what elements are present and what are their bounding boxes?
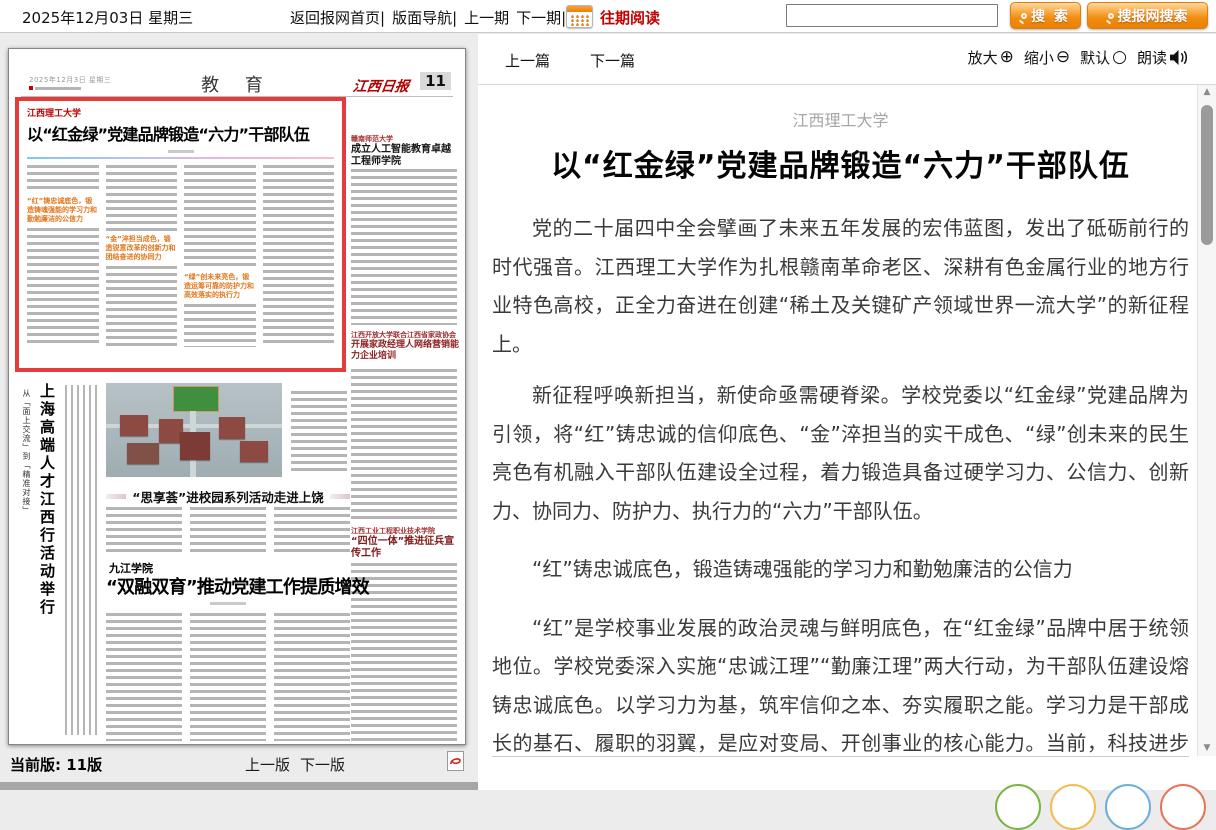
share-button-yellow[interactable] — [1050, 784, 1096, 830]
vertical-article-headline[interactable]: 上海高端人才江西行活动举行 — [37, 383, 58, 735]
lead-body-columns: “红”铸忠诚底色，锻造铸魂强能的学习力和勤勉廉洁的公信力 “金”淬担当成色，锻造… — [27, 165, 334, 347]
top-nav-links: 返回报网首页| 版面导航| 上一期 下一期| — [290, 7, 566, 28]
search-icon — [1108, 13, 1114, 19]
lead-subhead-red: “红”铸忠诚底色，锻造铸魂强能的学习力和勤勉廉洁的公信力 — [27, 197, 99, 224]
link-home[interactable]: 返回报网首页| — [290, 7, 385, 28]
next-article-button[interactable]: 下一篇 — [590, 50, 635, 71]
vertical-article-dek: 从「面上交流」到「精准对接」 — [21, 389, 32, 599]
link-page-nav[interactable]: 版面导航| — [392, 7, 457, 28]
article-paragraph: “红”是学校事业发展的政治灵魂与鲜明底色，在“红金绿”品牌中居于统领地位。学校党… — [492, 609, 1189, 758]
page-nav: 上一版 下一版 — [245, 754, 345, 775]
search-icon — [1021, 13, 1027, 19]
mid-article: “思享荟”进校园系列活动走进上饶 — [106, 487, 350, 506]
article-headline[interactable]: “四位一体”推进征兵宣传工作 — [351, 536, 459, 560]
paper-right-column-article-3[interactable]: 江西工业工程职业技术学院 “四位一体”推进征兵宣传工作 — [351, 527, 459, 560]
reader-controls: 放大 ⊕ 缩小 ⊖ 默认 ○ 朗读 — [968, 47, 1188, 68]
zoom-default-icon: ○ — [1112, 49, 1127, 66]
share-buttons — [995, 784, 1206, 830]
simulated-text — [263, 165, 335, 347]
prev-article-button[interactable]: 上一篇 — [505, 50, 550, 71]
article-paragraph: “红”铸忠诚底色，锻造铸魂强能的学习力和勤勉廉洁的公信力 — [492, 550, 1189, 589]
simulated-text — [27, 165, 99, 193]
article-kicker: 江西开放大学联合江西省家政协会 — [351, 331, 459, 340]
lead-subhead-green: “绿”创未来亮色，锻造运筹可靠的防护力和高效落实的执行力 — [184, 273, 256, 300]
paper-page-number: 11 — [420, 72, 451, 90]
share-button-orange[interactable] — [1160, 784, 1206, 830]
decorative-bar — [330, 494, 350, 499]
next-page-link[interactable]: 下一版 — [300, 754, 345, 775]
simulated-text — [351, 169, 457, 325]
newspaper-page-preview[interactable]: 2025年12月3日 星期三 教 育 江西日报 11 江西理工大学 以“红金绿”… — [8, 48, 466, 745]
paper-right-column-article-1[interactable]: 赣南师范大学 成立人工智能教育卓越工程师学院 — [351, 135, 459, 168]
zoom-default-button[interactable]: 默认 ○ — [1080, 47, 1127, 68]
scrollbar-thumb[interactable] — [1201, 105, 1213, 245]
calendar-icon[interactable] — [566, 5, 593, 28]
simulated-columns — [106, 507, 350, 553]
bottom-divider-strip — [0, 782, 480, 790]
search-button[interactable]: 搜 索 — [1010, 2, 1081, 29]
lead-byline — [168, 150, 194, 153]
mid-article-headline[interactable]: “思享荟”进校园系列活动走进上饶 — [132, 487, 323, 506]
article-kicker: 江西工业工程职业技术学院 — [351, 527, 459, 536]
zoom-in-button[interactable]: 放大 ⊕ — [968, 47, 1014, 68]
scroll-down-arrow[interactable]: ▼ — [1198, 743, 1216, 753]
article-content: 江西理工大学 以“红金绿”党建品牌锻造“六力”干部队伍 党的二十届四中全会擘画了… — [492, 86, 1189, 757]
read-aloud-button[interactable]: 朗读 — [1137, 47, 1188, 68]
article-headline[interactable]: 成立人工智能教育卓越工程师学院 — [351, 144, 459, 168]
top-bar: 2025年12月03日 星期三 返回报网首页| 版面导航| 上一期 下一期| 往… — [0, 0, 1216, 33]
gradient-rule — [27, 157, 334, 159]
simulated-text — [184, 304, 256, 347]
link-next-issue[interactable]: 下一期| — [516, 7, 566, 28]
article-scrollbar[interactable]: ▲ ▼ — [1197, 85, 1216, 756]
article-reader-panel: 上一篇 下一篇 放大 ⊕ 缩小 ⊖ 默认 ○ 朗读 — [478, 34, 1216, 790]
share-button-blue[interactable] — [1105, 784, 1151, 830]
lead-subhead-gold: “金”淬担当成色，锻造锐意改革的创新力和团结奋进的协同力 — [106, 235, 178, 262]
reader-toolbar: 上一篇 下一篇 放大 ⊕ 缩小 ⊖ 默认 ○ 朗读 — [478, 34, 1216, 85]
share-button-green[interactable] — [995, 784, 1041, 830]
zoom-out-button[interactable]: 缩小 ⊖ — [1024, 47, 1070, 68]
bottom-article-headline[interactable]: “双融双育”推动党建工作提质增效 — [106, 573, 352, 599]
zoom-in-icon: ⊕ — [1000, 49, 1014, 66]
simulated-text — [27, 228, 99, 347]
speaker-icon — [1169, 49, 1188, 66]
scroll-up-arrow[interactable]: ▲ — [1198, 87, 1216, 97]
decorative-bar — [106, 494, 126, 499]
article-kicker: 赣南师范大学 — [351, 135, 459, 144]
highlighted-article-region[interactable]: 江西理工大学 以“红金绿”党建品牌锻造“六力”干部队伍 “红”铸忠诚底色，锻造铸… — [15, 97, 346, 372]
current-page-indicator: 当前版: 11版 — [10, 754, 102, 775]
simulated-columns — [106, 613, 350, 741]
simulated-text — [351, 369, 457, 519]
zoom-out-icon: ⊖ — [1056, 49, 1070, 66]
lead-kicker: 江西理工大学 — [27, 106, 334, 119]
lead-headline[interactable]: 以“红金绿”党建品牌锻造“六力”干部队伍 — [27, 121, 334, 145]
link-prev-issue[interactable]: 上一期 — [464, 7, 509, 28]
bottom-article-byline — [106, 602, 350, 605]
simulated-text — [184, 165, 256, 269]
simulated-text — [83, 385, 97, 735]
simulated-text — [106, 165, 178, 231]
pdf-download-icon[interactable] — [447, 751, 464, 771]
article-paragraph: 新征程呼唤新担当，新使命亟需硬脊梁。学校党委以“红金绿”党建品牌为引领，将“红”… — [492, 376, 1189, 530]
past-issues-link[interactable]: 往期阅读 — [600, 7, 660, 28]
current-date: 2025年12月03日 星期三 — [22, 7, 193, 28]
article-title: 以“红金绿”党建品牌锻造“六力”干部队伍 — [492, 141, 1189, 185]
simulated-text — [65, 385, 79, 735]
article-subtitle: 江西理工大学 — [492, 107, 1189, 131]
article-body: 党的二十届四中全会擘画了未来五年发展的宏伟蓝图，发出了砥砺前行的时代强音。江西理… — [492, 209, 1189, 757]
site-search-button[interactable]: 搜报网搜索 — [1087, 2, 1208, 29]
article-headline[interactable]: 开展家政经理人网络营销能力企业培训 — [351, 340, 459, 362]
simulated-text — [106, 266, 178, 347]
prev-page-link[interactable]: 上一版 — [245, 754, 290, 775]
search-input[interactable] — [786, 4, 998, 27]
article-paragraph: 党的二十届四中全会擘画了未来五年发展的宏伟蓝图，发出了砥砺前行的时代强音。江西理… — [492, 209, 1189, 363]
campus-photo — [106, 383, 282, 477]
paper-masthead: 江西日报 — [352, 76, 411, 96]
simulated-text — [291, 391, 347, 471]
paper-right-column-article-2[interactable]: 江西开放大学联合江西省家政协会 开展家政经理人网络营销能力企业培训 — [351, 331, 459, 362]
